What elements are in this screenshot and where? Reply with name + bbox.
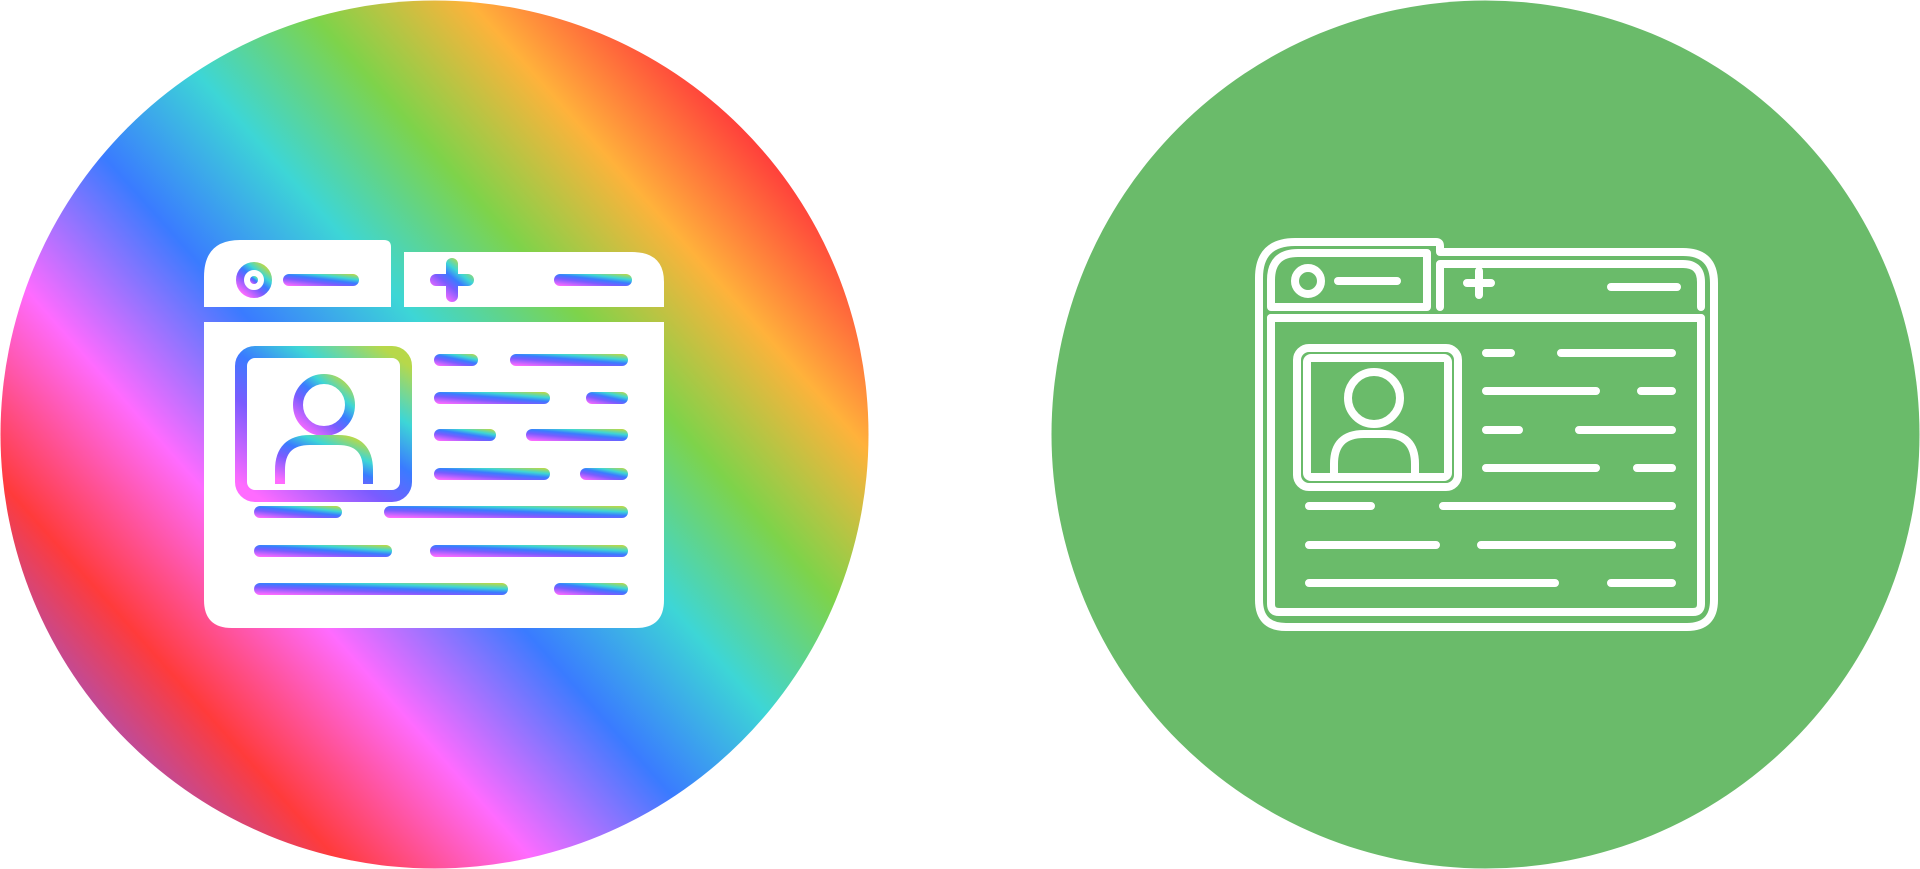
browser-profile-gradient-icon <box>0 0 869 869</box>
tab-left-shape <box>204 240 391 307</box>
browser-profile-line-icon <box>1051 0 1920 869</box>
background-circle <box>1051 0 1920 869</box>
